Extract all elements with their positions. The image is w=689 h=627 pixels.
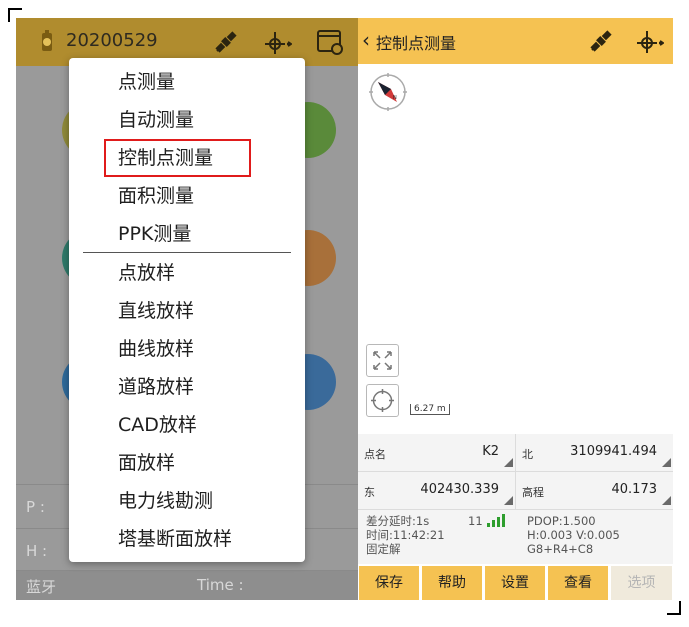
- elevation-value: 40.173: [611, 482, 658, 497]
- dropdown-corner-icon: [662, 458, 671, 467]
- menu-item-curve-stakeout[interactable]: 曲线放样: [118, 330, 298, 368]
- target-icon[interactable]: [262, 27, 292, 57]
- elevation-label: 高程: [522, 486, 544, 499]
- map-scale: 6.27 m: [410, 404, 450, 415]
- compass-icon[interactable]: N: [366, 70, 410, 114]
- crosshair-icon: [371, 389, 394, 412]
- fix-status: 固定解: [366, 542, 401, 556]
- expand-arrows-icon: [373, 351, 392, 370]
- svg-text:N: N: [393, 95, 397, 101]
- menu-item-surface-stakeout[interactable]: 面放样: [118, 444, 298, 482]
- dropdown-corner-icon: [504, 458, 513, 467]
- p-label: P :: [26, 498, 45, 516]
- zoom-extent-button[interactable]: [366, 344, 399, 377]
- view-button[interactable]: 查看: [548, 566, 608, 600]
- window-settings-icon[interactable]: [315, 27, 345, 57]
- menu-item-point-survey[interactable]: 点测量: [118, 63, 298, 101]
- menu-item-line-stakeout[interactable]: 直线放样: [118, 292, 298, 330]
- save-button[interactable]: 保存: [359, 566, 419, 600]
- app-logo-icon: [42, 30, 52, 51]
- signal-bars-icon: [487, 514, 505, 527]
- constellation-summary: G8+R4+C8: [527, 542, 594, 556]
- target-icon[interactable]: [634, 26, 664, 56]
- east-field[interactable]: 东 402430.339: [358, 472, 515, 510]
- dropdown-corner-icon: [504, 496, 513, 505]
- satellite-icon[interactable]: [211, 27, 241, 57]
- satellite-icon[interactable]: [586, 26, 616, 56]
- page-title: 控制点测量: [376, 34, 457, 53]
- menu-item-auto-survey[interactable]: 自动测量: [118, 101, 298, 139]
- coordinate-panel: 点名 K2 北 3109941.494 东 402430.339 高程 40.1…: [358, 434, 673, 564]
- menu-item-tower-section[interactable]: 塔基断面放样: [118, 520, 298, 558]
- point-name-value: K2: [482, 444, 499, 459]
- hv-precision: H:0.003 V:0.005: [527, 528, 620, 542]
- options-button[interactable]: 选项: [611, 566, 672, 600]
- bottom-status-bar: 蓝牙 Time :: [16, 570, 358, 600]
- east-value: 402430.339: [420, 482, 499, 497]
- elevation-field[interactable]: 高程 40.173: [516, 472, 673, 510]
- h-label: H :: [26, 542, 48, 560]
- point-name-label: 点名: [364, 448, 386, 461]
- bluetooth-label: 蓝牙: [26, 578, 57, 596]
- diff-delay: 差分延时:1s: [366, 514, 430, 528]
- north-value: 3109941.494: [570, 444, 657, 459]
- settings-button[interactable]: 设置: [485, 566, 545, 600]
- pdop-value: PDOP:1.500: [527, 514, 596, 528]
- time-label: Time :: [197, 576, 244, 594]
- menu-item-road-stakeout[interactable]: 道路放样: [118, 368, 298, 406]
- dropdown-corner-icon: [662, 496, 671, 505]
- survey-mode-menu: 点测量 自动测量 控制点测量 面积测量 PPK测量 点放样 直线放样 曲线放样 …: [69, 58, 305, 562]
- action-bar: 保存 帮助 设置 查看 选项: [358, 566, 673, 600]
- menu-item-ppk-survey[interactable]: PPK测量: [118, 215, 298, 253]
- locate-button[interactable]: [366, 384, 399, 417]
- north-field[interactable]: 北 3109941.494: [516, 434, 673, 472]
- satellite-count: 11: [468, 514, 483, 528]
- back-chevron-icon[interactable]: ‹: [362, 28, 370, 52]
- right-screen: ‹ 控制点测量 N 6.27 m 点名 K2 北 3109941.494 东 4…: [358, 18, 673, 600]
- menu-item-point-stakeout[interactable]: 点放样: [118, 254, 298, 292]
- menu-divider: [83, 252, 291, 253]
- point-name-field[interactable]: 点名 K2: [358, 434, 515, 472]
- help-button[interactable]: 帮助: [422, 566, 482, 600]
- project-name[interactable]: 20200529: [66, 30, 158, 51]
- east-label: 东: [364, 486, 375, 499]
- gnss-time: 时间:11:42:21: [366, 528, 445, 542]
- menu-item-area-survey[interactable]: 面积测量: [118, 177, 298, 215]
- menu-item-powerline-survey[interactable]: 电力线勘测: [118, 482, 298, 520]
- north-label: 北: [522, 448, 533, 461]
- right-top-bar: ‹ 控制点测量: [358, 18, 673, 64]
- menu-item-cad-stakeout[interactable]: CAD放样: [118, 406, 298, 444]
- crop-corner-bottom-right: [667, 601, 681, 615]
- highlight-box: [104, 139, 251, 177]
